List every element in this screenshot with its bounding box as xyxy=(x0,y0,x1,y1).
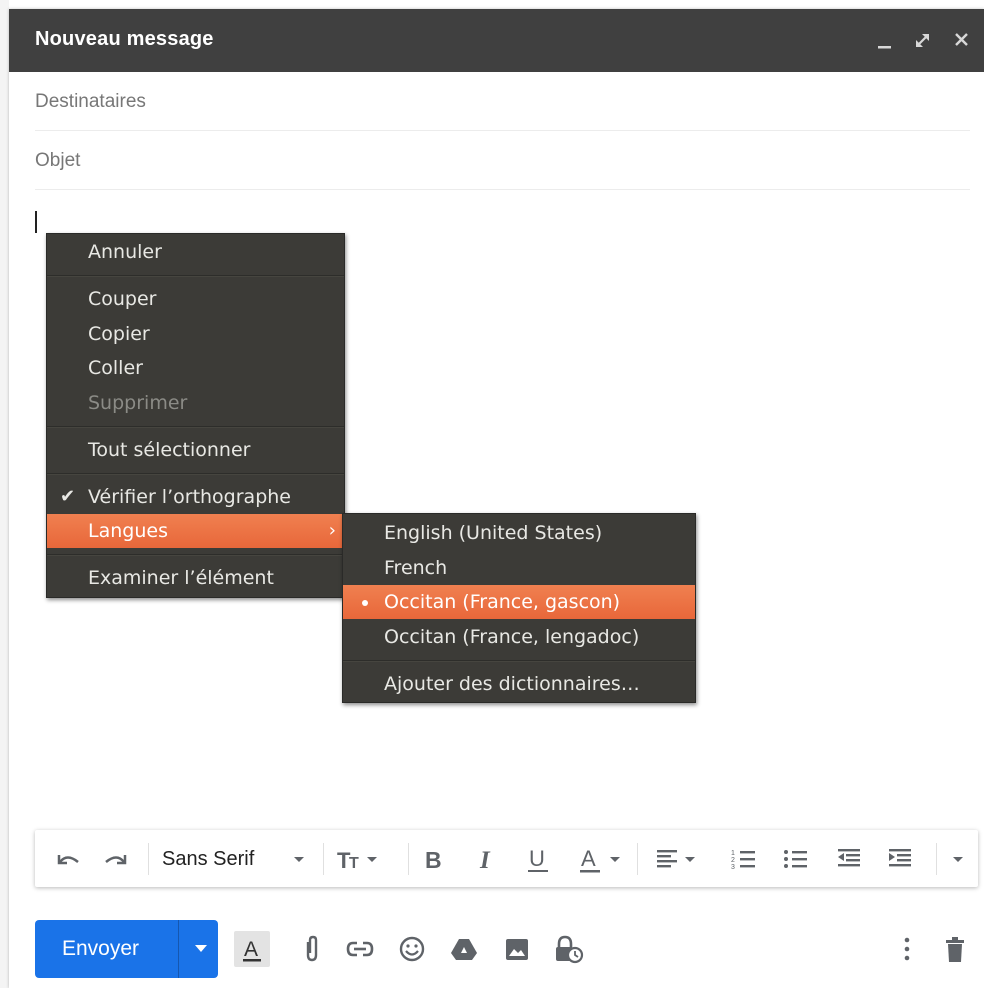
menu-item-copier[interactable]: Copier xyxy=(47,317,344,351)
subject-field[interactable]: Objet xyxy=(35,131,970,190)
font-dropdown-icon[interactable] xyxy=(291,844,307,874)
menu-separator xyxy=(47,473,344,475)
submenu-arrow-icon: › xyxy=(328,520,336,541)
menu-item-examiner-element[interactable]: Examiner l’élément xyxy=(47,561,344,595)
recipients-placeholder: Destinataires xyxy=(35,91,146,112)
svg-text:A: A xyxy=(244,938,258,961)
close-icon[interactable] xyxy=(947,25,977,55)
language-item-english[interactable]: English (United States) xyxy=(343,516,695,550)
svg-text:2: 2 xyxy=(731,857,735,864)
toolbar-separator xyxy=(637,843,638,875)
svg-text:U: U xyxy=(529,846,545,871)
formatting-options-icon[interactable]: A xyxy=(234,931,270,967)
link-icon[interactable] xyxy=(342,931,378,967)
formatting-toolbar: Sans Serif TT B I U A 123 xyxy=(35,830,978,887)
compose-titlebar[interactable]: Nouveau message xyxy=(9,9,984,72)
menu-item-tout-selectionner[interactable]: Tout sélectionner xyxy=(47,433,344,467)
text-color-icon[interactable]: A xyxy=(577,844,625,874)
more-options-icon[interactable] xyxy=(889,931,925,967)
minimize-icon[interactable] xyxy=(870,25,900,55)
photo-icon[interactable] xyxy=(499,931,535,967)
font-name[interactable]: Sans Serif xyxy=(162,848,254,871)
attach-icon[interactable] xyxy=(294,931,330,967)
language-item-occitan-lengadoc[interactable]: Occitan (France, lengadoc) xyxy=(343,620,695,654)
font-size-icon[interactable]: TT xyxy=(335,844,383,874)
expand-icon[interactable] xyxy=(907,25,937,55)
menu-item-verifier-orthographe[interactable]: ✔ Vérifier l’orthographe xyxy=(47,480,344,514)
svg-text:I: I xyxy=(479,847,491,874)
drive-icon[interactable] xyxy=(446,931,482,967)
svg-text:3: 3 xyxy=(731,864,735,871)
toolbar-separator xyxy=(148,843,149,875)
svg-text:1: 1 xyxy=(731,850,735,857)
subject-placeholder: Objet xyxy=(35,150,81,171)
context-menu: Annuler Couper Copier Coller Supprimer T… xyxy=(46,233,345,598)
confidential-mode-icon[interactable] xyxy=(550,931,586,967)
undo-icon[interactable] xyxy=(51,844,83,874)
bold-icon[interactable]: B xyxy=(421,844,447,874)
menu-separator xyxy=(47,554,344,556)
svg-text:T: T xyxy=(349,855,359,872)
align-icon[interactable] xyxy=(653,844,703,874)
emoji-icon[interactable] xyxy=(394,931,430,967)
indent-less-icon[interactable] xyxy=(835,844,865,874)
menu-separator xyxy=(47,275,344,277)
svg-text:B: B xyxy=(425,847,442,873)
send-divider xyxy=(178,920,179,978)
toolbar-separator xyxy=(408,843,409,875)
recipients-field[interactable]: Destinataires xyxy=(35,72,970,131)
text-cursor xyxy=(35,211,37,233)
menu-item-langues[interactable]: Langues › xyxy=(47,514,344,548)
compose-title: Nouveau message xyxy=(35,28,214,50)
menu-item-coller[interactable]: Coller xyxy=(47,351,344,385)
bulleted-list-icon[interactable] xyxy=(781,844,811,874)
svg-text:A: A xyxy=(581,846,596,871)
numbered-list-icon[interactable]: 123 xyxy=(729,844,759,874)
checkmark-icon: ✔ xyxy=(60,486,76,507)
menu-separator xyxy=(343,660,695,662)
indent-more-icon[interactable] xyxy=(886,844,916,874)
underline-icon[interactable]: U xyxy=(525,844,553,874)
menu-separator xyxy=(47,426,344,428)
send-label: Envoyer xyxy=(62,937,140,960)
menu-item-supprimer: Supprimer xyxy=(88,392,188,414)
italic-icon[interactable]: I xyxy=(475,844,501,874)
redo-icon[interactable] xyxy=(101,844,133,874)
menu-item-couper[interactable]: Couper xyxy=(47,282,344,316)
menu-item-annuler[interactable]: Annuler xyxy=(47,235,344,269)
toolbar-separator xyxy=(323,843,324,875)
send-options-icon[interactable] xyxy=(195,945,207,952)
language-item-occitan-gascon[interactable]: Occitan (France, gascon) xyxy=(343,585,695,619)
add-dictionaries-item[interactable]: Ajouter des dictionnaires… xyxy=(343,667,695,701)
send-button[interactable]: Envoyer xyxy=(35,920,218,978)
language-item-french[interactable]: French xyxy=(343,551,695,585)
selected-bullet-icon xyxy=(362,600,368,606)
toolbar-separator xyxy=(936,843,937,875)
discard-icon[interactable] xyxy=(937,931,973,967)
languages-submenu: English (United States) French Occitan (… xyxy=(342,513,696,703)
more-formatting-icon[interactable] xyxy=(949,844,969,874)
page-edge xyxy=(0,0,9,988)
